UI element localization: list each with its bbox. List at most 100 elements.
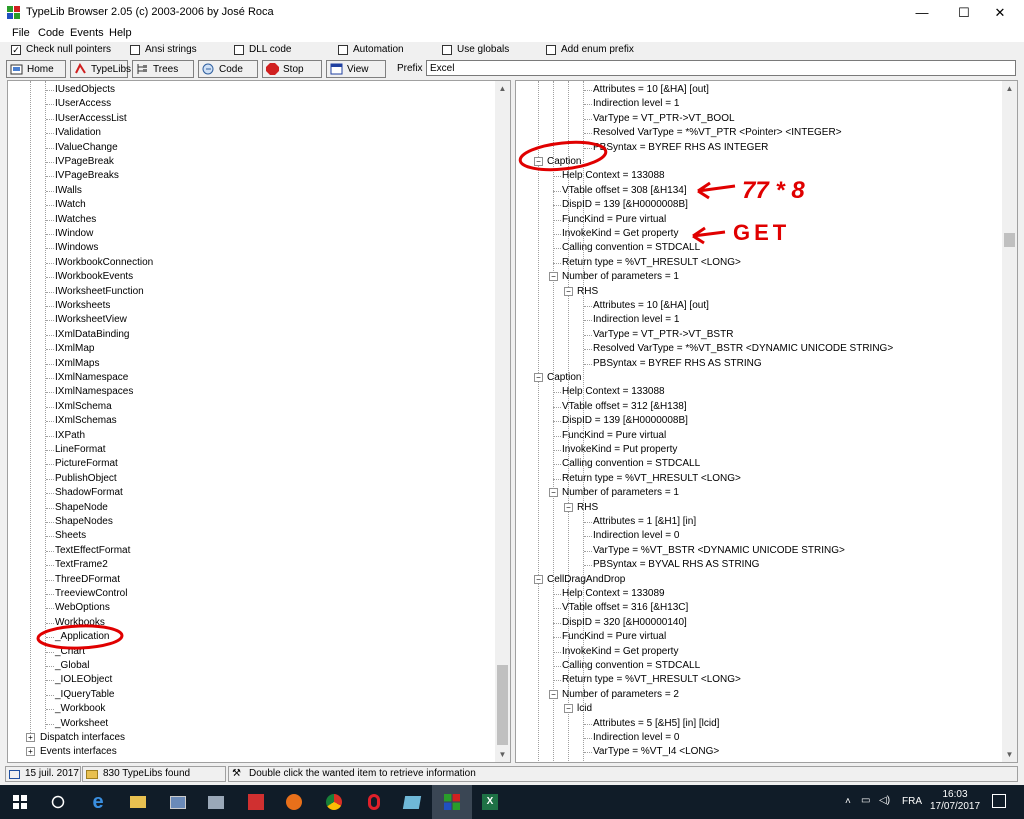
tree-property[interactable]: VTable offset = 316 [&H13C]	[562, 601, 688, 615]
option-ansi-strings[interactable]: Ansi strings	[130, 44, 197, 55]
trees-button[interactable]: Trees	[132, 60, 194, 78]
tree-property[interactable]: Return type = %VT_HRESULT <LONG>	[562, 256, 741, 270]
tree-item-interface[interactable]: IValidation	[55, 126, 101, 140]
tree-item-interface[interactable]: IWatches	[55, 213, 96, 227]
checkbox[interactable]	[234, 44, 244, 55]
tree-item-interface[interactable]: IWatch	[55, 198, 86, 212]
start-button[interactable]	[0, 785, 40, 819]
tree-item-interface[interactable]: IXmlMap	[55, 342, 94, 356]
tree-property[interactable]: PBSyntax = BYREF RHS AS INTEGER	[593, 141, 768, 155]
maximize-button[interactable]: ☐	[947, 0, 981, 25]
tree-item-interface[interactable]: TextFrame2	[55, 558, 108, 572]
tree-item-interface[interactable]: _IOLEObject	[55, 673, 112, 687]
tree-item-interface[interactable]: IUserAccessList	[55, 112, 127, 126]
menu-help[interactable]: Help	[109, 27, 132, 39]
taskbar-opera[interactable]	[354, 785, 394, 819]
tree-item-interface[interactable]: IXmlSchemas	[55, 414, 117, 428]
prefix-input[interactable]	[426, 60, 1016, 76]
option-add-enum-prefix[interactable]: Add enum prefix	[546, 44, 634, 55]
members-tree[interactable]: Attributes = 10 [&HA] [out] Indirection l…	[515, 80, 1018, 763]
taskbar-app-4[interactable]	[392, 785, 432, 819]
tree-node[interactable]: Number of parameters = 2	[562, 688, 679, 702]
tree-item-interface[interactable]: _Application	[55, 630, 109, 644]
tree-collapse-toggle[interactable]: −	[564, 286, 573, 296]
option-dll-code[interactable]: DLL code	[234, 44, 291, 55]
tree-item-interface[interactable]: _Chart	[55, 645, 85, 659]
tree-node[interactable]: RHS	[577, 501, 598, 515]
taskbar-edge[interactable]: e	[78, 785, 118, 819]
tree-property[interactable]: Help Context = 133088	[562, 385, 665, 399]
scroll-down-arrow[interactable]: ▼	[1002, 747, 1017, 762]
tree-item-interface[interactable]: IXmlSchema	[55, 400, 112, 414]
taskbar-excel[interactable]: X	[470, 785, 510, 819]
tree-node[interactable]: Caption	[547, 155, 581, 169]
tree-collapse-toggle[interactable]: −	[549, 488, 558, 498]
tree-collapse-toggle[interactable]: −	[549, 272, 558, 282]
tree-property[interactable]: DispID = 139 [&H0000008B]	[562, 198, 688, 212]
tree-item-interface[interactable]: PictureFormat	[55, 457, 118, 471]
tree-item-interface[interactable]: IValueChange	[55, 141, 118, 155]
tree-node[interactable]: Number of parameters = 1	[562, 486, 679, 500]
close-button[interactable]: ✕	[983, 0, 1017, 25]
tree-property[interactable]: Attributes = 10 [&HA] [out]	[593, 299, 709, 313]
tree-item-interface[interactable]: TextEffectFormat	[55, 544, 130, 558]
tree-item-interface[interactable]: ShapeNode	[55, 501, 108, 515]
checkbox-checked[interactable]: ✓	[11, 44, 21, 55]
tree-property[interactable]: VarType = %VT_BSTR <DYNAMIC UNICODE STRI…	[593, 544, 845, 558]
minimize-button[interactable]: —	[905, 0, 939, 25]
tree-item-interface[interactable]: IWorkbookEvents	[55, 270, 133, 284]
tree-node[interactable]: Caption	[547, 371, 581, 385]
checkbox[interactable]	[130, 44, 140, 55]
tree-collapse-toggle[interactable]: −	[534, 157, 543, 166]
tree-property[interactable]: Attributes = 5 [&H5] [in] [lcid]	[593, 717, 719, 731]
tree-item-interface[interactable]: IVPageBreaks	[55, 169, 119, 183]
interfaces-tree[interactable]: IUsedObjects IUserAccess IUserAccessList IV…	[7, 80, 511, 763]
tree-item-interface[interactable]: ThreeDFormat	[55, 573, 120, 587]
tree-node[interactable]: Number of parameters = 1	[562, 270, 679, 284]
tray-volume-icon[interactable]: ◁)	[879, 795, 890, 806]
tray-clock[interactable]: 16:03 17/07/2017	[930, 789, 980, 813]
tree-property[interactable]: Calling convention = STDCALL	[562, 241, 700, 255]
tree-item-interface[interactable]: TreeviewControl	[55, 587, 127, 601]
tree-property[interactable]: Help Context = 133088	[562, 169, 665, 183]
tree-collapse-toggle[interactable]: −	[564, 502, 573, 512]
tree-property[interactable]: Attributes = 1 [&H1] [in]	[593, 515, 696, 529]
option-automation[interactable]: Automation	[338, 44, 404, 55]
tree-property[interactable]: Help Context = 133089	[562, 587, 665, 601]
tree-node[interactable]: CellDragAndDrop	[547, 573, 625, 587]
tree-property[interactable]: Calling convention = STDCALL	[562, 659, 700, 673]
tree-item-interface[interactable]: ShadowFormat	[55, 486, 123, 500]
tree-property[interactable]: InvokeKind = Put property	[562, 443, 677, 457]
tree-item-interface[interactable]: _Workbook	[55, 702, 105, 716]
code-button[interactable]: Code	[198, 60, 258, 78]
tree-item-interface[interactable]: Workbooks	[55, 616, 105, 630]
tree-item-interface[interactable]: IUserAccess	[55, 97, 111, 111]
tree-property[interactable]: PBSyntax = BYREF RHS AS STRING	[593, 357, 762, 371]
tree-item-group[interactable]: Events interfaces	[40, 745, 117, 759]
stop-button[interactable]: Stop	[262, 60, 322, 78]
typelibs-button[interactable]: TypeLibs	[70, 60, 131, 78]
tree-property[interactable]: Resolved VarType = *%VT_PTR <Pointer> <I…	[593, 126, 842, 140]
tree-property[interactable]: DispID = 320 [&H00000140]	[562, 616, 687, 630]
tree-item-interface[interactable]: _IQueryTable	[55, 688, 114, 702]
scroll-up-arrow[interactable]: ▲	[495, 81, 510, 96]
tree-property[interactable]: FuncKind = Pure virtual	[562, 213, 666, 227]
tree-item-interface[interactable]: ShapeNodes	[55, 515, 113, 529]
search-button[interactable]	[38, 785, 78, 819]
tree-property[interactable]: Indirection level = 1	[593, 313, 679, 327]
tree-expand-toggle[interactable]: +	[26, 733, 35, 742]
tree-item-interface[interactable]: IWorksheets	[55, 299, 110, 313]
tree-node[interactable]: RHS	[577, 285, 598, 299]
tree-item-interface[interactable]: IVPageBreak	[55, 155, 114, 169]
checkbox[interactable]	[546, 44, 556, 55]
tree-item-interface[interactable]: IWorkbookConnection	[55, 256, 153, 270]
tree-collapse-toggle[interactable]: −	[564, 704, 573, 714]
checkbox[interactable]	[442, 44, 452, 55]
taskbar-typelib-browser[interactable]	[432, 785, 472, 819]
taskbar-app-1[interactable]	[158, 785, 198, 819]
tree-expand-toggle[interactable]: +	[26, 747, 35, 757]
scroll-thumb[interactable]	[497, 665, 508, 745]
tree-item-interface[interactable]: PublishObject	[55, 472, 117, 486]
tree-item-interface[interactable]: _Worksheet	[55, 717, 108, 731]
option-check-null-pointers[interactable]: ✓ Check null pointers	[11, 44, 111, 55]
